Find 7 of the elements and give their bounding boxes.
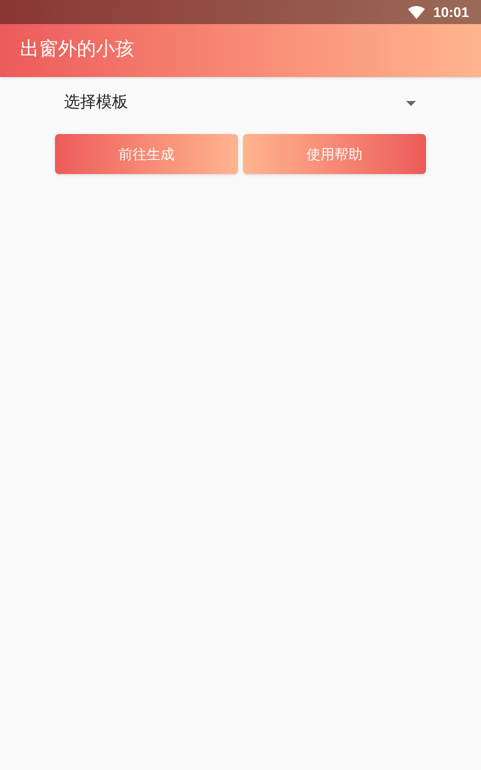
template-dropdown[interactable]: 选择模板 [60,90,420,116]
action-button[interactable]: 前往生成 [55,134,238,174]
action-button[interactable]: 使用帮助 [243,134,426,174]
clock-time: 10:01 [433,2,469,22]
wifi-icon [408,6,426,18]
dropdown-caret-icon [406,100,416,106]
app-title: 出窗外的小孩 [20,38,134,62]
